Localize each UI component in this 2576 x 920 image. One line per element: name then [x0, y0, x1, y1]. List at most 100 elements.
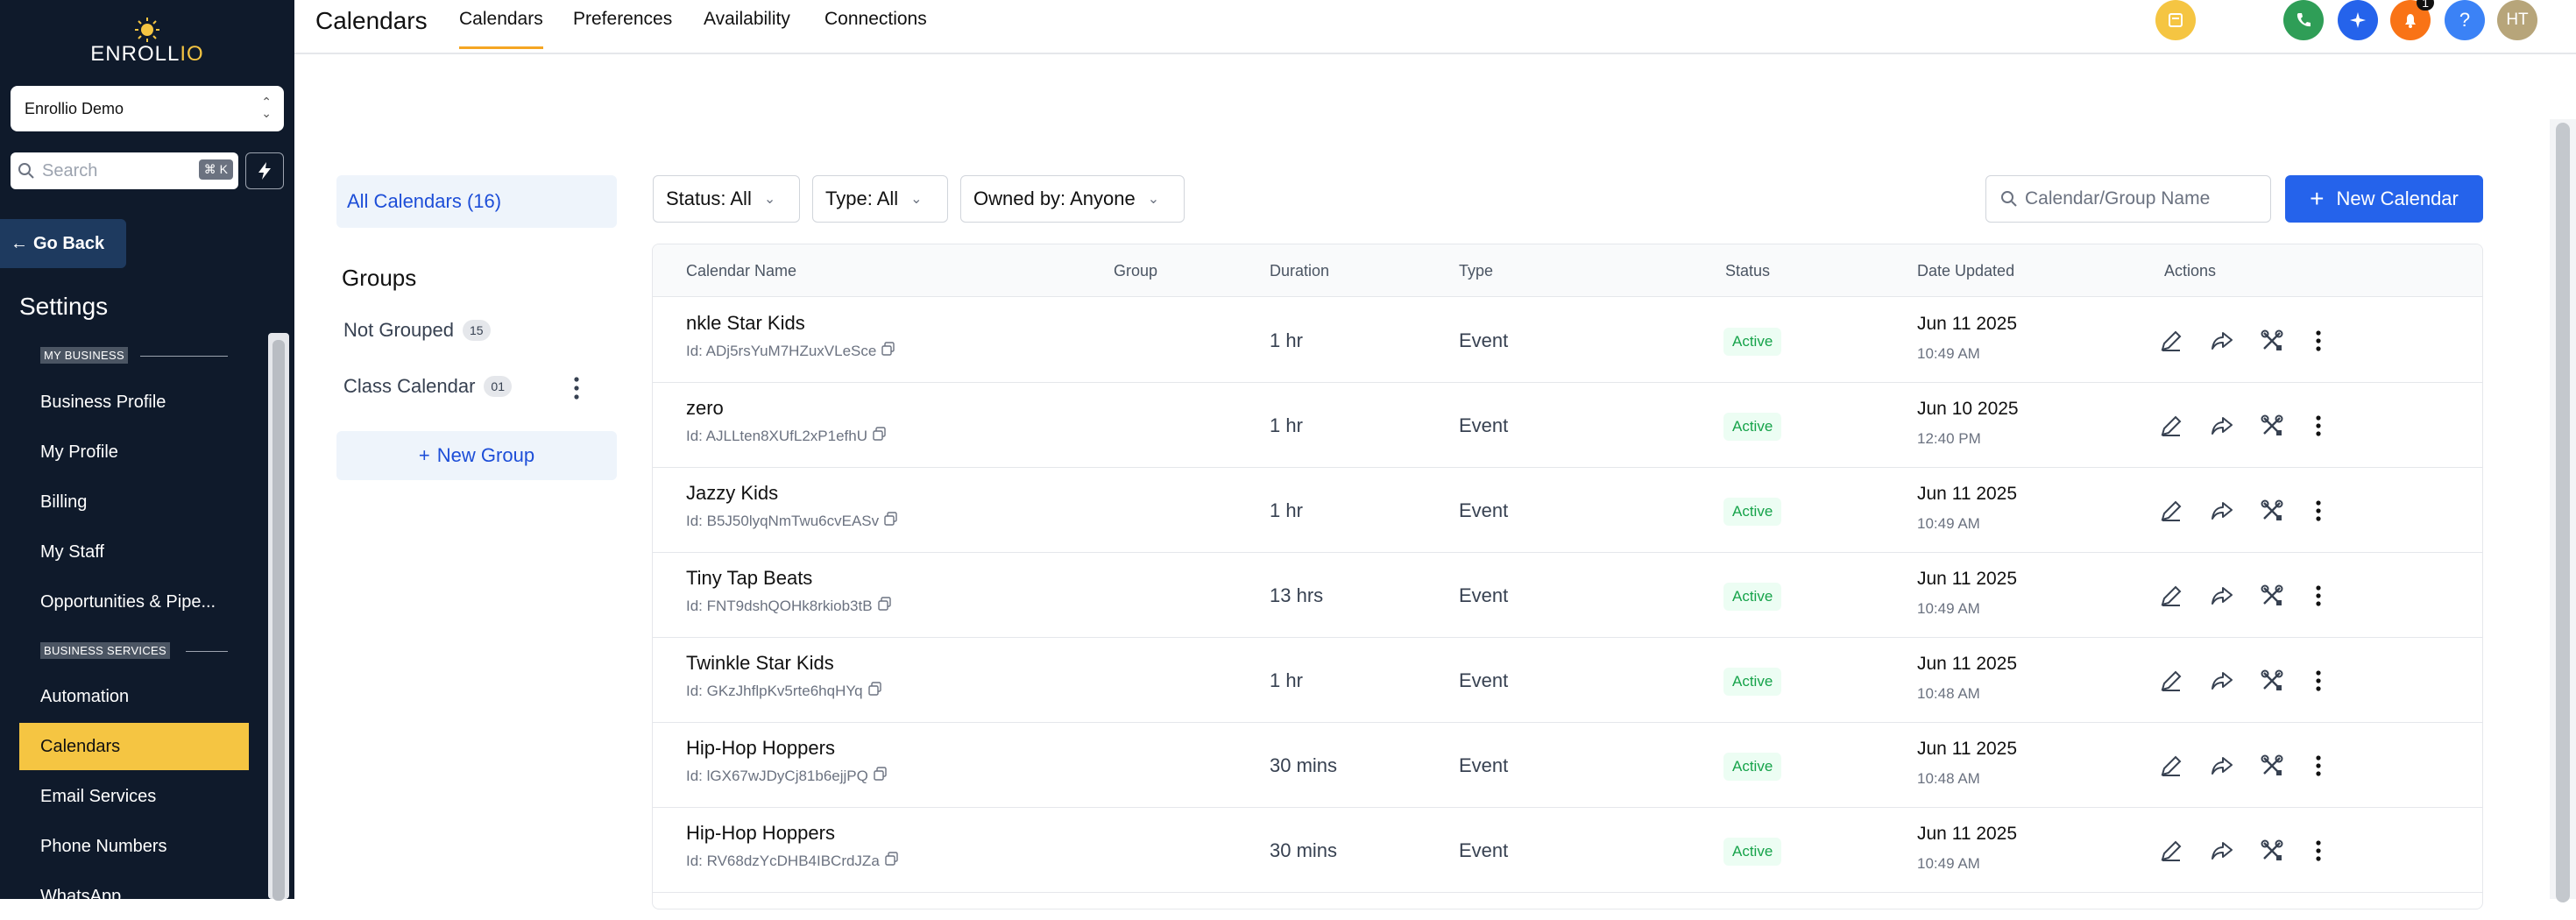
- copy-icon[interactable]: [867, 682, 882, 700]
- tools-icon[interactable]: [2257, 411, 2287, 441]
- type-filter-dropdown[interactable]: Type: All ⌄: [812, 175, 948, 223]
- more-options-icon[interactable]: [2304, 836, 2333, 866]
- account-switcher[interactable]: Enrollio Demo ⌃ ⌄: [11, 86, 284, 131]
- sidebar-item-email-services[interactable]: Email Services: [19, 773, 249, 820]
- main-scrollbar-thumb[interactable]: [2556, 123, 2570, 902]
- enrollio-logo[interactable]: ENROLLIO: [88, 16, 207, 68]
- more-options-icon[interactable]: [2304, 496, 2333, 526]
- sidebar-item-automation[interactable]: Automation: [19, 673, 249, 720]
- tab-connections[interactable]: Connections: [824, 9, 927, 49]
- table-row[interactable]: nkle Star Kids Id: ADj5rsYuM7HZuxVLeSce 1 …: [653, 298, 2482, 383]
- edit-icon[interactable]: [2156, 751, 2186, 781]
- calendar-search-input[interactable]: Calendar/Group Name: [1985, 175, 2271, 223]
- calendar-name[interactable]: Tiny Tap Beats: [686, 567, 812, 590]
- edit-icon[interactable]: [2156, 581, 2186, 611]
- sidebar-item-calendars[interactable]: Calendars: [19, 723, 249, 770]
- group-more-menu-icon[interactable]: [568, 375, 585, 401]
- status-filter-dropdown[interactable]: Status: All ⌄: [653, 175, 800, 223]
- owner-filter-dropdown[interactable]: Owned by: Anyone ⌄: [960, 175, 1185, 223]
- edit-icon[interactable]: [2156, 836, 2186, 866]
- column-header-date-updated[interactable]: Date Updated: [1917, 262, 2014, 280]
- tab-preferences[interactable]: Preferences: [573, 9, 672, 49]
- calendar-name[interactable]: Jazzy Kids: [686, 482, 778, 505]
- help-button[interactable]: ?: [2445, 0, 2485, 40]
- calendar-name[interactable]: Hip-Hop Hoppers: [686, 822, 835, 845]
- table-row[interactable]: zero Id: AJLLten8XUfL2xP1efhU 1 hr Event Act…: [653, 383, 2482, 468]
- tab-availability[interactable]: Availability: [704, 9, 790, 49]
- more-options-icon[interactable]: [2304, 666, 2333, 696]
- sidebar-scrollbar-thumb[interactable]: [272, 340, 285, 901]
- tools-icon[interactable]: [2257, 326, 2287, 356]
- new-group-button[interactable]: + New Group: [336, 431, 617, 480]
- share-icon[interactable]: [2207, 411, 2237, 441]
- copy-icon[interactable]: [884, 512, 898, 530]
- edit-icon[interactable]: [2156, 411, 2186, 441]
- copy-icon[interactable]: [874, 767, 888, 785]
- share-icon[interactable]: [2207, 326, 2237, 356]
- calendar-id-text: Id: B5J50lyqNmTwu6cvEASv: [686, 512, 880, 529]
- share-icon[interactable]: [2207, 581, 2237, 611]
- user-avatar[interactable]: HT: [2497, 0, 2537, 40]
- all-calendars-filter[interactable]: All Calendars (16): [336, 175, 617, 228]
- copy-icon[interactable]: [873, 427, 887, 445]
- calendar-name[interactable]: Twinkle Star Kids: [686, 652, 834, 675]
- table-row[interactable]: Twinkle Star Kids Id: GKzJhflpKv5rte6hqHY…: [653, 638, 2482, 723]
- more-options-icon[interactable]: [2304, 326, 2333, 356]
- tools-icon[interactable]: [2257, 836, 2287, 866]
- copy-icon[interactable]: [885, 852, 899, 870]
- column-header-status[interactable]: Status: [1725, 262, 1770, 280]
- share-icon[interactable]: [2207, 836, 2237, 866]
- column-header-calendar-name[interactable]: Calendar Name: [686, 262, 796, 280]
- table-row[interactable]: Hip-Hop Hoppers Id: lGX67wJDyCj81b6ejjPQ 3…: [653, 723, 2482, 808]
- sidebar-item-my-profile[interactable]: My Profile: [19, 428, 249, 476]
- calendar-name[interactable]: nkle Star Kids: [686, 312, 805, 335]
- tab-calendars[interactable]: Calendars: [459, 9, 543, 49]
- notifications-button[interactable]: 1: [2390, 0, 2434, 40]
- calendar-name[interactable]: zero: [686, 397, 724, 420]
- table-row[interactable]: Tiny Tap Beats Id: FNT9dshQOHk8rkiob3tB 13…: [653, 553, 2482, 638]
- sidebar-item-my-staff[interactable]: My Staff: [19, 528, 249, 576]
- ai-assistant-button[interactable]: [2338, 0, 2378, 40]
- column-header-type[interactable]: Type: [1459, 262, 1493, 280]
- chevron-updown-icon: ⌃ ⌄: [261, 95, 272, 120]
- more-options-icon[interactable]: [2304, 581, 2333, 611]
- group-class-calendar[interactable]: Class Calendar 01: [343, 375, 512, 398]
- sidebar-item-billing[interactable]: Billing: [19, 478, 249, 526]
- notes-button[interactable]: [2155, 0, 2196, 40]
- chevron-down-icon: ⌄: [763, 192, 776, 207]
- edit-icon[interactable]: [2156, 496, 2186, 526]
- main-scrollbar[interactable]: [2550, 119, 2576, 902]
- column-header-duration[interactable]: Duration: [1270, 262, 1329, 280]
- edit-icon[interactable]: [2156, 326, 2186, 356]
- group-not-grouped[interactable]: Not Grouped 15: [343, 319, 491, 342]
- more-options-icon[interactable]: [2304, 751, 2333, 781]
- quick-actions-button[interactable]: [245, 152, 284, 189]
- calendar-name[interactable]: Hip-Hop Hoppers: [686, 737, 835, 760]
- edit-icon[interactable]: [2156, 666, 2186, 696]
- calendar-type: Event: [1459, 754, 1509, 776]
- tools-icon[interactable]: [2257, 581, 2287, 611]
- copy-icon[interactable]: [877, 597, 892, 615]
- copy-icon[interactable]: [881, 342, 895, 360]
- sidebar-item-phone-numbers[interactable]: Phone Numbers: [19, 823, 249, 870]
- share-icon[interactable]: [2207, 496, 2237, 526]
- go-back-button[interactable]: ← Go Back: [0, 219, 126, 268]
- share-icon[interactable]: [2207, 666, 2237, 696]
- sidebar-search-input[interactable]: Search ⌘ K: [11, 152, 238, 189]
- sidebar-item-whatsapp[interactable]: WhatsApp: [19, 873, 249, 920]
- column-header-group[interactable]: Group: [1114, 262, 1157, 280]
- new-calendar-button[interactable]: + New Calendar: [2285, 175, 2483, 223]
- tools-icon[interactable]: [2257, 751, 2287, 781]
- plus-icon: +: [2310, 185, 2325, 212]
- sidebar-item-opportunities[interactable]: Opportunities & Pipe...: [19, 578, 249, 626]
- sidebar-item-business-profile[interactable]: Business Profile: [19, 379, 249, 426]
- table-row[interactable]: Hip-Hop Hoppers Id: RV68dzYcDHB4IBCrdJZa 3…: [653, 808, 2482, 893]
- sidebar-scrollbar[interactable]: [268, 333, 289, 901]
- page-title: Calendars: [315, 7, 428, 34]
- tools-icon[interactable]: [2257, 496, 2287, 526]
- share-icon[interactable]: [2207, 751, 2237, 781]
- table-row[interactable]: Jazzy Kids Id: B5J50lyqNmTwu6cvEASv 1 hr Ev…: [653, 468, 2482, 553]
- more-options-icon[interactable]: [2304, 411, 2333, 441]
- phone-button[interactable]: [2283, 0, 2324, 40]
- tools-icon[interactable]: [2257, 666, 2287, 696]
